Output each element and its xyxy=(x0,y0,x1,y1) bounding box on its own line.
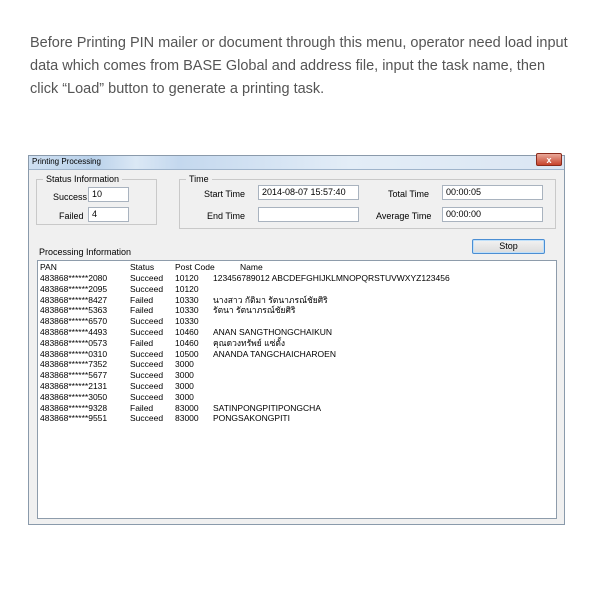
row-status: Failed xyxy=(130,402,154,413)
window-titlebar: Printing Processing x xyxy=(29,153,564,170)
start-time-field[interactable]: 2014-08-07 15:57:40 xyxy=(258,185,359,200)
failed-count-field[interactable]: 4 xyxy=(88,207,129,222)
row-post-code: 10330 xyxy=(175,294,199,305)
failed-label: Failed xyxy=(59,211,84,221)
row-status: Succeed xyxy=(130,327,164,337)
header-status: Status xyxy=(130,262,155,272)
row-pan: 483868******6570 xyxy=(40,316,108,327)
row-post-code: 83000 xyxy=(175,402,199,413)
average-time-field[interactable]: 00:00:00 xyxy=(442,207,543,222)
row-post-code: 3000 xyxy=(175,359,194,370)
time-label: Time xyxy=(186,173,212,185)
printing-processing-window: Printing Processing x Status Information… xyxy=(28,153,565,525)
row-post-code: 10500 xyxy=(175,348,199,359)
row-post-code: 3000 xyxy=(175,391,194,402)
header-post-code: Post Code xyxy=(175,262,215,272)
total-time-label: Total Time xyxy=(388,189,430,199)
row-pan: 483868******9551 xyxy=(40,413,108,424)
row-post-code: 10120 xyxy=(175,273,199,283)
row-name: คุณดวงทรัพย์ แซ่ตั้ง xyxy=(213,337,286,348)
row-status: Succeed xyxy=(130,359,164,370)
row-post-code: 3000 xyxy=(175,370,194,381)
stop-button[interactable]: Stop xyxy=(472,239,545,254)
row-pan: 483868******2131 xyxy=(40,381,108,391)
row-name: นางสาว กัติมา รัตนาภรณ์ชัยศิริ xyxy=(213,294,328,305)
row-name: รัตนา รัตนาภรณ์ชัยศิริ xyxy=(213,305,296,316)
row-pan: 483868******7352 xyxy=(40,359,108,370)
row-pan: 483868******3050 xyxy=(40,391,108,402)
row-post-code: 10460 xyxy=(175,337,199,348)
row-pan: 483868******9328 xyxy=(40,402,108,413)
row-pan: 483868******8427 xyxy=(40,294,108,305)
intro-paragraph: Before Printing PIN mailer or document t… xyxy=(30,35,568,97)
row-name: 123456789012 ABCDEFGHIJKLMNOPQRSTUVWXYZ1… xyxy=(213,273,450,283)
row-post-code: 3000 xyxy=(175,381,194,391)
processing-information-label: Processing Information xyxy=(39,247,132,257)
row-status: Failed xyxy=(130,294,154,305)
total-time-field[interactable]: 00:00:05 xyxy=(442,185,543,200)
row-status: Failed xyxy=(130,337,154,348)
row-post-code: 10330 xyxy=(175,316,199,327)
success-count-field[interactable]: 10 xyxy=(88,187,129,202)
success-label: Success xyxy=(53,192,88,202)
row-name: ANAN SANGTHONGCHAIKUN xyxy=(213,327,333,337)
row-post-code: 10460 xyxy=(175,327,199,337)
row-status: Succeed xyxy=(130,391,164,402)
row-name: SATINPONGPITIPONGCHA xyxy=(213,402,321,413)
row-status: Succeed xyxy=(130,316,164,327)
status-information-label: Status Information xyxy=(43,173,123,185)
row-name: ANANDA TANGCHAICHAROEN xyxy=(213,348,336,359)
row-pan: 483868******0573 xyxy=(40,337,108,348)
row-pan: 483868******5677 xyxy=(40,370,108,381)
row-status: Succeed xyxy=(130,348,164,359)
row-post-code: 83000 xyxy=(175,413,199,424)
row-status: Succeed xyxy=(130,413,164,424)
row-status: Succeed xyxy=(130,273,164,283)
header-name: Name xyxy=(240,262,263,272)
start-time-label: Start Time xyxy=(204,189,246,199)
row-pan: 483868******2080 xyxy=(40,273,108,283)
end-time-field[interactable] xyxy=(258,207,359,222)
row-pan: 483868******0310 xyxy=(40,348,108,359)
row-post-code: 10120 xyxy=(175,283,199,294)
row-name: PONGSAKONGPITI xyxy=(213,413,290,424)
row-status: Succeed xyxy=(130,370,164,381)
row-status: Failed xyxy=(130,305,154,316)
processing-information-list[interactable]: PAN Status Post Code Name 483868******20… xyxy=(37,260,557,519)
row-status: Succeed xyxy=(130,381,164,391)
row-status: Succeed xyxy=(130,283,164,294)
close-button[interactable]: x xyxy=(536,153,562,166)
row-pan: 483868******2095 xyxy=(40,283,108,294)
close-icon: x xyxy=(546,155,552,165)
header-pan: PAN xyxy=(40,262,57,272)
row-pan: 483868******5363 xyxy=(40,305,108,316)
row-pan: 483868******4493 xyxy=(40,327,108,337)
end-time-label: End Time xyxy=(207,211,246,221)
average-time-label: Average Time xyxy=(376,211,432,221)
row-post-code: 10330 xyxy=(175,305,199,316)
window-title: Printing Processing xyxy=(32,157,101,166)
